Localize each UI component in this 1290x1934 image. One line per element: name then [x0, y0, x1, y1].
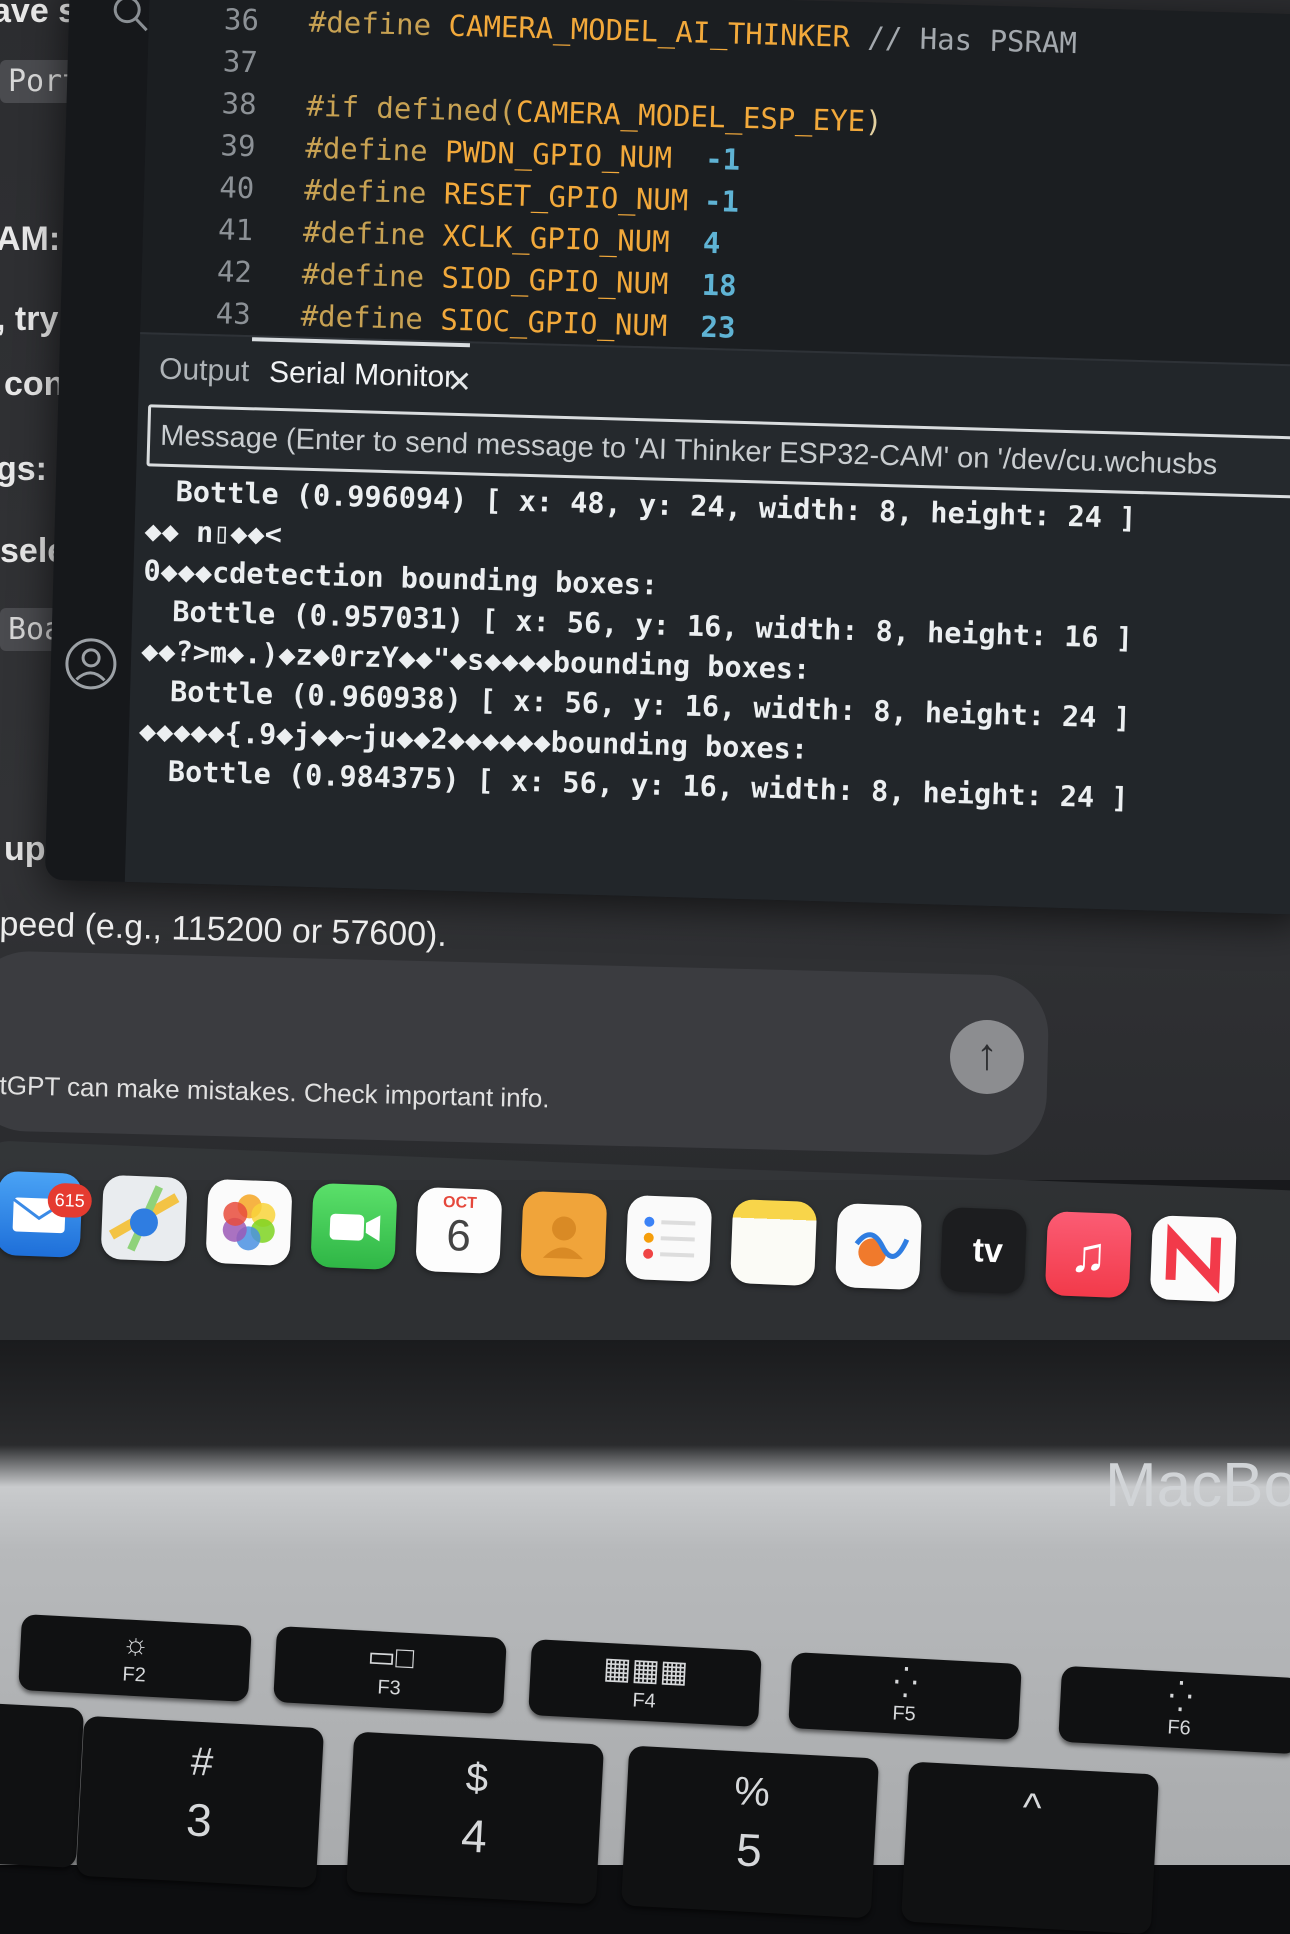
- chat-text-fragment: , try: [0, 300, 59, 338]
- key-4[interactable]: $ 4: [345, 1731, 605, 1905]
- arduino-ide-window: 36 #define CAMERA_MODEL_AI_THINKER // Ha…: [44, 0, 1290, 915]
- tv-label: tv: [963, 1230, 1004, 1271]
- music-icon[interactable]: ♫: [1044, 1211, 1132, 1299]
- key-f6[interactable]: ⁛ F6: [1058, 1665, 1290, 1755]
- reminders-icon[interactable]: [625, 1194, 713, 1283]
- tab-output[interactable]: Output: [159, 353, 250, 390]
- macro-value: 4: [702, 225, 721, 261]
- macro-name: CAMERA_MODEL_ESP_EYE: [515, 94, 866, 139]
- macro-name: RESET_GPIO_NUM: [443, 176, 689, 218]
- directive: #define: [308, 4, 432, 43]
- laptop-screen: ave s Port AM: , try conn gs: selec Boar…: [0, 0, 1290, 1340]
- key-3[interactable]: # 3: [75, 1715, 325, 1889]
- directive: #define: [303, 172, 427, 211]
- macro-name: XCLK_GPIO_NUM: [442, 218, 671, 259]
- mail-icon[interactable]: 615: [0, 1170, 93, 1258]
- list-icon: [643, 1216, 696, 1259]
- serial-monitor-output: Bottle (0.996094) [ x: 48, y: 24, width:…: [136, 474, 1290, 867]
- close-icon[interactable]: ✕: [446, 365, 472, 401]
- map-pin-icon: [108, 1185, 180, 1252]
- directive: #define: [301, 256, 425, 294]
- news-n-icon: [1165, 1223, 1222, 1294]
- notes-icon[interactable]: [730, 1198, 818, 1287]
- laptop-body: MacBo ☼ F2 ▭□ F3 ▦▦▦ F4 ⁛ F5 ⁛ F6 # 3 $ …: [0, 1340, 1290, 1934]
- code-line: 40 #define RESET_GPIO_NUM -1: [144, 168, 740, 219]
- directive: #define: [300, 298, 424, 336]
- news-icon[interactable]: [1149, 1215, 1237, 1303]
- search-icon[interactable]: [108, 0, 153, 36]
- line-number: 41: [217, 212, 254, 248]
- macro-name: SIOD_GPIO_NUM: [441, 260, 669, 301]
- key-f3[interactable]: ▭□ F3: [273, 1626, 507, 1714]
- macro-value: 23: [700, 309, 736, 345]
- directive: #if defined(: [306, 88, 517, 129]
- calendar-icon[interactable]: OCT 6: [415, 1186, 503, 1275]
- macro-value: 18: [701, 267, 738, 303]
- tab-serial-monitor[interactable]: Serial Monitor: [269, 356, 455, 395]
- code-line: 42 #define SIOD_GPIO_NUM 18: [141, 252, 738, 303]
- line-number: 38: [221, 86, 258, 122]
- code-line: 38 #if defined(CAMERA_MODEL_ESP_EYE): [146, 84, 883, 138]
- macro-value: -1: [703, 183, 740, 219]
- send-button[interactable]: ↑: [950, 1020, 1024, 1094]
- facetime-icon[interactable]: [310, 1182, 398, 1271]
- chat-text-fragment: gs:: [0, 450, 47, 488]
- key-f5[interactable]: ⁛ F5: [788, 1652, 1022, 1740]
- account-icon[interactable]: [62, 635, 120, 693]
- contacts-icon[interactable]: [520, 1190, 608, 1279]
- key-f2[interactable]: ☼ F2: [18, 1614, 252, 1702]
- person-icon: [542, 1216, 583, 1260]
- bottom-panel: Output Serial Monitor ✕ Message (Enter t…: [124, 332, 1290, 915]
- photos-flower-icon: [222, 1194, 276, 1251]
- calendar-day: 6: [445, 1210, 472, 1261]
- code-editor[interactable]: 36 #define CAMERA_MODEL_AI_THINKER // Ha…: [140, 0, 1290, 366]
- line-number: 36: [223, 2, 260, 38]
- serial-line: ◆◆ n▯◆◆<: [144, 514, 283, 552]
- key-f4[interactable]: ▦▦▦ F4: [528, 1639, 762, 1727]
- directive: #define: [302, 214, 426, 253]
- macro-name: PWDN_GPIO_NUM: [444, 134, 673, 175]
- paren: ): [864, 104, 884, 139]
- code-comment: // Has PSRAM: [866, 20, 1078, 61]
- line-number: 43: [215, 296, 252, 332]
- key-2[interactable]: [0, 1701, 85, 1869]
- code-line: 39 #define PWDN_GPIO_NUM -1: [145, 126, 741, 177]
- chat-text-fragment: AM:: [0, 220, 61, 258]
- freeform-scribble-icon: [854, 1232, 910, 1267]
- code-line: 37: [147, 42, 258, 84]
- code-line: 43 #define SIOC_GPIO_NUM 23: [140, 294, 736, 345]
- notification-badge: 615: [47, 1182, 93, 1219]
- line-number: 39: [220, 128, 256, 164]
- line-number: 40: [218, 170, 255, 206]
- directive: #define: [304, 130, 429, 169]
- freeform-icon[interactable]: [834, 1202, 923, 1291]
- macro-value: -1: [704, 141, 741, 177]
- key-5[interactable]: % 5: [620, 1745, 880, 1919]
- line-number: 42: [216, 254, 253, 290]
- key-6[interactable]: ^: [900, 1761, 1160, 1934]
- chat-text-fragment: ave s: [0, 0, 78, 30]
- macro-name: CAMERA_MODEL_AI_THINKER: [448, 8, 851, 54]
- video-camera-icon: [329, 1213, 381, 1242]
- photos-icon[interactable]: [205, 1178, 293, 1266]
- serial-line: 0◆◆◆cdetection bounding boxes:: [143, 554, 659, 602]
- code-line: 41 #define XCLK_GPIO_NUM 4: [142, 210, 721, 260]
- music-note-icon: ♫: [1068, 1225, 1109, 1284]
- maps-icon[interactable]: [100, 1174, 188, 1262]
- laptop-brand-label: MacBo: [1105, 1451, 1290, 1520]
- serial-line: Bottle (0.984375) [ x: 56, y: 16, width:…: [167, 755, 1129, 815]
- apple-tv-icon[interactable]: tv: [939, 1207, 1028, 1295]
- line-number: 37: [222, 44, 259, 80]
- code-line: 36 #define CAMERA_MODEL_AI_THINKER // Ha…: [148, 0, 1078, 60]
- chat-composer[interactable]: [0, 950, 1050, 1157]
- macro-name: SIOC_GPIO_NUM: [439, 302, 668, 343]
